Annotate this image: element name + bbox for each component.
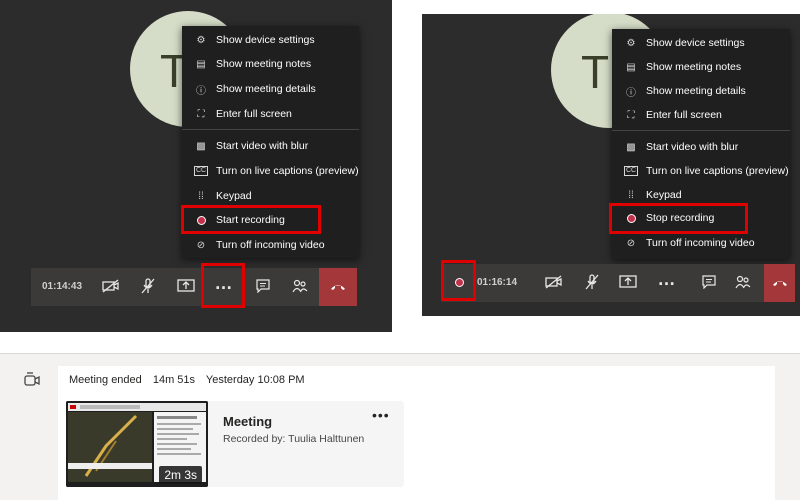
mic-toggle-button[interactable] xyxy=(132,268,164,304)
chat-icon xyxy=(702,275,716,289)
info-icon: ⓘ xyxy=(196,85,206,97)
menu-item-turn-off-video[interactable]: ⊘ Turn off incoming video xyxy=(612,231,790,255)
meeting-ended-meta: Meeting ended 14m 51s Yesterday 10:08 PM xyxy=(69,374,313,386)
blur-icon: ▩ xyxy=(196,140,206,152)
highlight-more-button xyxy=(201,263,245,308)
menu-item-label: Turn on live captions (preview) xyxy=(646,165,789,177)
meeting-timestamp: Yesterday 10:08 PM xyxy=(205,374,305,386)
recording-title: Meeting xyxy=(223,414,273,429)
recording-author: Recorded by: Tuulia Halttunen xyxy=(223,433,365,445)
video-off-icon: ⊘ xyxy=(196,239,206,251)
fullscreen-icon: ⛶ xyxy=(197,108,205,120)
hang-up-button[interactable] xyxy=(319,268,357,306)
share-screen-button[interactable] xyxy=(170,268,202,304)
menu-item-label: Show meeting notes xyxy=(646,61,742,73)
participants-button[interactable] xyxy=(727,264,759,300)
chat-icon xyxy=(256,279,270,293)
more-actions-button[interactable]: … xyxy=(650,264,684,300)
share-screen-icon xyxy=(619,275,637,288)
hang-up-icon xyxy=(331,285,345,290)
menu-item-live-captions[interactable]: CC Turn on live captions (preview) xyxy=(182,159,359,183)
recording-duration: 2m 3s xyxy=(159,466,202,484)
menu-item-label: Show device settings xyxy=(646,37,745,49)
more-icon: ••• xyxy=(372,407,390,423)
meeting-duration: 14m 51s xyxy=(152,374,196,386)
call-timer: 01:14:43 xyxy=(41,280,83,292)
video-off-icon: ⊘ xyxy=(626,237,636,249)
avatar-initial: T xyxy=(581,46,610,98)
recording-more-button[interactable]: ••• xyxy=(372,407,390,423)
hang-up-icon xyxy=(772,281,787,286)
menu-item-label: Turn off incoming video xyxy=(216,239,325,251)
meeting-ended-card: Meeting ended 14m 51s Yesterday 10:08 PM xyxy=(58,366,775,501)
blur-icon: ▩ xyxy=(626,141,636,153)
menu-item-video-blur[interactable]: ▩ Start video with blur xyxy=(182,134,359,158)
menu-item-label: Turn off incoming video xyxy=(646,237,755,249)
participants-button[interactable] xyxy=(284,268,316,304)
menu-item-label: Keypad xyxy=(646,189,682,201)
menu-item-video-blur[interactable]: ▩ Start video with blur xyxy=(612,135,790,159)
fullscreen-icon: ⛶ xyxy=(627,109,635,121)
call-controls: 01:16:14 … xyxy=(442,264,795,302)
menu-item-label: Keypad xyxy=(216,190,252,202)
highlight-stop-recording xyxy=(609,203,748,234)
menu-item-full-screen[interactable]: ⛶ Enter full screen xyxy=(182,102,359,126)
chat-meeting-ended-section: Meeting ended 14m 51s Yesterday 10:08 PM xyxy=(0,353,800,501)
gear-icon: ⚙ xyxy=(626,37,636,49)
menu-item-turn-off-video[interactable]: ⊘ Turn off incoming video xyxy=(182,233,359,257)
participants-icon xyxy=(735,275,751,289)
camera-toggle-button[interactable] xyxy=(538,264,570,300)
menu-item-meeting-details[interactable]: ⓘ Show meeting details xyxy=(612,79,790,103)
menu-item-label: Show device settings xyxy=(216,34,315,46)
recording-card[interactable]: 2m 3s Meeting Recorded by: Tuulia Halttu… xyxy=(66,401,404,487)
menu-item-label: Start video with blur xyxy=(216,140,309,152)
menu-item-label: Start video with blur xyxy=(646,141,739,153)
notes-icon: ▤ xyxy=(196,58,206,70)
menu-item-device-settings[interactable]: ⚙ Show device settings xyxy=(182,28,359,52)
camera-off-icon xyxy=(545,275,562,289)
mic-off-icon xyxy=(585,274,599,290)
highlight-recording-indicator xyxy=(441,260,476,301)
hang-up-button[interactable] xyxy=(764,264,795,302)
menu-item-live-captions[interactable]: CC Turn on live captions (preview) xyxy=(612,159,790,183)
menu-item-full-screen[interactable]: ⛶ Enter full screen xyxy=(612,103,790,127)
info-icon: ⓘ xyxy=(626,87,636,99)
right-meeting-window: T ⚙ Show device settings ▤ Show meeting no… xyxy=(422,14,800,316)
recording-thumbnail[interactable]: 2m 3s xyxy=(66,401,208,487)
menu-item-label: Show meeting notes xyxy=(216,58,312,70)
menu-item-label: Enter full screen xyxy=(216,108,292,120)
more-icon: … xyxy=(657,268,677,289)
chat-button[interactable] xyxy=(247,268,279,304)
menu-item-label: Show meeting details xyxy=(646,85,746,97)
menu-item-device-settings[interactable]: ⚙ Show device settings xyxy=(612,31,790,55)
share-screen-icon xyxy=(177,279,195,292)
meeting-status: Meeting ended xyxy=(69,374,142,386)
notes-icon: ▤ xyxy=(626,61,636,73)
mic-toggle-button[interactable] xyxy=(576,264,608,300)
participants-icon xyxy=(292,279,308,293)
keypad-icon: ⁞⁞ xyxy=(628,189,634,201)
share-screen-button[interactable] xyxy=(612,264,644,300)
menu-item-label: Turn on live captions (preview) xyxy=(216,165,359,177)
menu-item-meeting-details[interactable]: ⓘ Show meeting details xyxy=(182,77,359,101)
gear-icon: ⚙ xyxy=(196,34,206,46)
menu-item-label: Enter full screen xyxy=(646,109,722,121)
chat-button[interactable] xyxy=(693,264,725,300)
camera-off-icon xyxy=(102,279,119,293)
highlight-start-recording xyxy=(181,205,321,234)
keypad-icon: ⁞⁞ xyxy=(198,190,204,202)
mic-off-icon xyxy=(141,278,155,294)
menu-divider xyxy=(182,129,359,130)
menu-item-meeting-notes[interactable]: ▤ Show meeting notes xyxy=(612,55,790,79)
captions-icon: CC xyxy=(194,166,208,176)
menu-item-meeting-notes[interactable]: ▤ Show meeting notes xyxy=(182,52,359,76)
meeting-camera-icon xyxy=(23,372,41,393)
menu-item-label: Show meeting details xyxy=(216,83,316,95)
menu-divider xyxy=(612,130,790,131)
call-timer: 01:16:14 xyxy=(476,276,518,288)
call-controls: 01:14:43 … xyxy=(31,268,357,306)
camera-toggle-button[interactable] xyxy=(95,268,127,304)
captions-icon: CC xyxy=(624,166,638,176)
left-meeting-window: T ⚙ Show device settings ▤ Show meeting no… xyxy=(0,0,392,332)
